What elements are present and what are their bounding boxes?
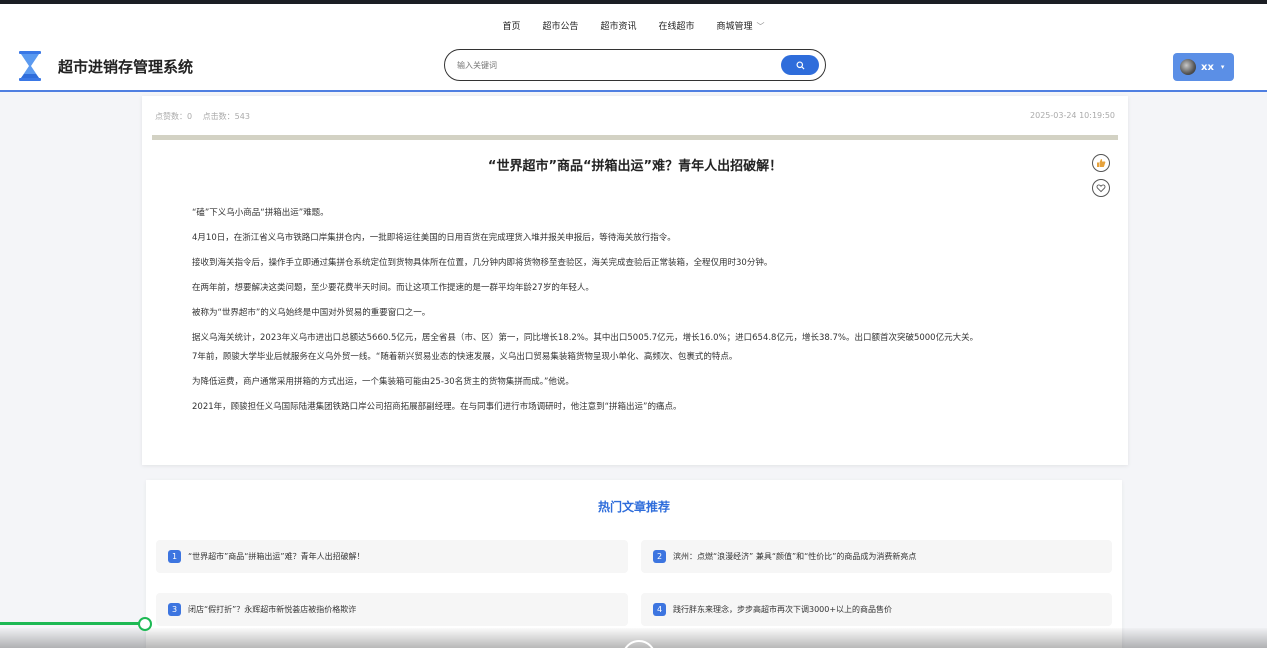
article-paragraph: 7年前，顾骏大学毕业后就服务在义乌外贸一线。“随着新兴贸易业态的快速发展，义乌出…	[192, 352, 738, 362]
article-datetime: 2025-03-24 10:19:50	[1030, 111, 1115, 120]
recommend-item[interactable]: 4 践行胖东来理念，步步高超市再次下调3000+以上的商品售价	[641, 593, 1112, 626]
search-button[interactable]	[781, 55, 819, 75]
hourglass-logo-icon	[19, 51, 41, 81]
recommend-item-title: “世界超市”商品“拼箱出运”难？青年人出招破解！	[188, 552, 365, 561]
recommend-item-title: 滨州：点燃“浪漫经济” 兼具“颜值”和“性价比”的商品成为消费新亮点	[673, 552, 917, 561]
playback-progress[interactable]	[0, 622, 145, 625]
search-bar	[444, 49, 826, 81]
top-nav: 首页 超市公告 超市资讯 在线超市 商城管理 ﹀	[0, 19, 1267, 32]
article-paragraph: 4月10日，在浙江省义乌市铁路口岸集拼仓内，一批即将运往美国的日用百货在完成理货…	[192, 233, 676, 243]
site-header: 首页 超市公告 超市资讯 在线超市 商城管理﹀ 超市进销存管理系统 xx ▾	[0, 4, 1267, 92]
recommend-item[interactable]: 3 闭店“假打折”？永辉超市新悦荟店被指价格欺诈	[156, 593, 628, 626]
recommend-item-title: 闭店“假打折”？永辉超市新悦荟店被指价格欺诈	[188, 605, 357, 614]
search-input[interactable]	[457, 57, 757, 73]
nav-home[interactable]: 首页	[502, 19, 520, 32]
rank-badge: 1	[168, 550, 181, 563]
article-paragraph: 据义乌海关统计，2023年义乌市进出口总额达5660.5亿元，居全省县（市、区）…	[192, 333, 979, 343]
click-count: 点击数：543	[202, 112, 250, 121]
like-button[interactable]	[1092, 154, 1110, 172]
article-stats: 点赞数：0 点击数：543	[155, 111, 250, 122]
recommend-item[interactable]: 2 滨州：点燃“浪漫经济” 兼具“颜值”和“性价比”的商品成为消费新亮点	[641, 540, 1112, 573]
chevron-down-icon: ﹀	[756, 22, 765, 31]
rank-badge: 2	[653, 550, 666, 563]
article-paragraph: 2021年，顾骏担任义乌国际陆港集团铁路口岸公司招商拓展部副经理。在与同事们进行…	[192, 402, 682, 412]
user-menu-button[interactable]: xx ▾	[1173, 53, 1234, 81]
nav-mall-management[interactable]: 商城管理 ﹀	[717, 19, 765, 32]
like-count: 点赞数：0	[155, 112, 193, 121]
caret-down-icon: ▾	[1220, 63, 1225, 71]
article-paragraph: 为降低运费，商户通常采用拼箱的方式出运，一个集装箱可能由25-30名货主的货物集…	[192, 377, 574, 387]
recommend-item[interactable]: 1 “世界超市”商品“拼箱出运”难？青年人出招破解！	[156, 540, 628, 573]
heart-icon	[1096, 184, 1106, 193]
rank-badge: 4	[653, 603, 666, 616]
article-paragraph: “磕”下义乌小商品“拼箱出运”难题。	[192, 208, 329, 218]
site-title: 超市进销存管理系统	[58, 58, 194, 76]
user-name: xx	[1201, 61, 1214, 73]
article-body: “磕”下义乌小商品“拼箱出运”难题。 4月10日，在浙江省义乌市铁路口岸集拼仓内…	[192, 207, 1082, 426]
rank-badge: 3	[168, 603, 181, 616]
article-paragraph: 在两年前，想要解决这类问题，至少要花费半天时间。而让这项工作提速的是一群平均年龄…	[192, 283, 594, 293]
recommend-item-title: 践行胖东来理念，步步高超市再次下调3000+以上的商品售价	[673, 605, 893, 614]
article-title: “世界超市”商品“拼箱出运”难？青年人出招破解！	[487, 159, 783, 174]
nav-mall-management-label: 商城管理	[716, 22, 753, 32]
nav-announcements[interactable]: 超市公告	[542, 19, 578, 32]
recommend-section: 热门文章推荐 1 “世界超市”商品“拼箱出运”难？青年人出招破解！ 2 滨州：点…	[146, 480, 1122, 648]
nav-online-store[interactable]: 在线超市	[659, 19, 695, 32]
nav-news[interactable]: 超市资讯	[600, 19, 636, 32]
article-paragraph: 接收到海关指令后，操作手立即通过集拼仓系统定位到货物具体所在位置，几分钟内即将货…	[192, 258, 773, 268]
avatar	[1180, 59, 1196, 75]
like-icon	[1097, 159, 1106, 167]
search-icon	[795, 60, 805, 70]
recommend-title: 热门文章推荐	[597, 500, 670, 514]
divider	[152, 135, 1118, 140]
favorite-button[interactable]	[1092, 179, 1110, 197]
progress-handle[interactable]	[138, 617, 152, 631]
article-card: 点赞数：0 点击数：543 2025-03-24 10:19:50 “世界超市”…	[142, 96, 1128, 465]
article-paragraph: 被称为“世界超市”的义乌始终是中国对外贸易的重要窗口之一。	[192, 308, 431, 318]
